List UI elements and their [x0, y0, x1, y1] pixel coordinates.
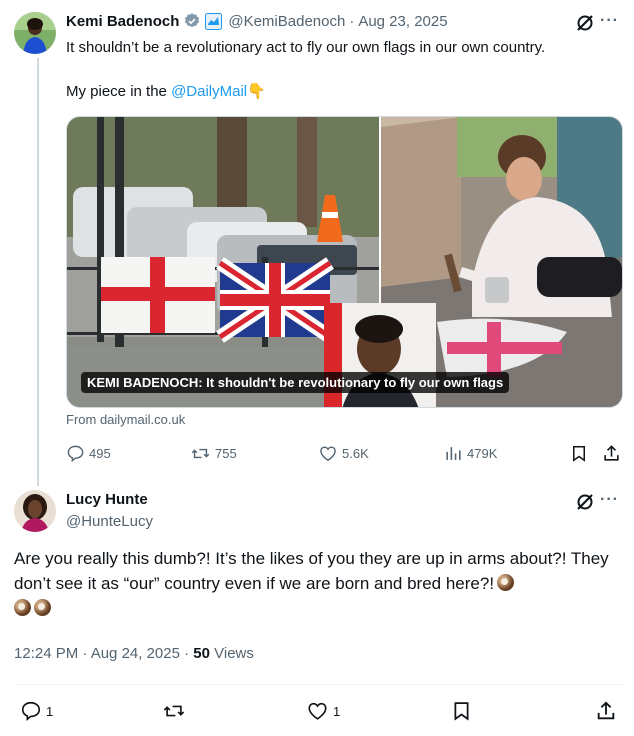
- share-button[interactable]: [602, 444, 621, 463]
- more-icon[interactable]: ···: [600, 491, 619, 509]
- reply-like-count: 1: [333, 703, 341, 719]
- divider: [14, 684, 624, 685]
- like-icon: [320, 446, 336, 462]
- link-source[interactable]: From dailymail.co.uk: [66, 412, 185, 427]
- thread-connector-line: [37, 58, 39, 486]
- reply-like-button[interactable]: 1: [306, 700, 340, 722]
- bookmark-button[interactable]: [570, 444, 588, 463]
- author-handle[interactable]: @KemiBadenoch: [228, 13, 345, 30]
- media-caption: KEMI BADENOCH: It shouldn't be revolutio…: [81, 372, 510, 393]
- reply-author-name[interactable]: Lucy Hunte: [66, 491, 148, 508]
- reply-views-count: 50: [193, 645, 210, 662]
- views-count: 479K: [467, 446, 498, 461]
- reply-reply-count: 1: [46, 703, 54, 719]
- grok-icon[interactable]: [575, 492, 595, 517]
- pointing-down-emoji: 👇: [247, 83, 266, 100]
- views-button[interactable]: 479K: [444, 444, 497, 463]
- coconut-emoji-icon: [34, 599, 51, 616]
- affiliate-icon[interactable]: [205, 12, 223, 30]
- grok-icon[interactable]: [575, 13, 595, 38]
- tweet-piece-line: My piece in the @DailyMail👇: [66, 82, 266, 102]
- reply-author-handle[interactable]: @HunteLucy: [66, 513, 153, 530]
- piece-prefix: My piece in the: [66, 83, 172, 100]
- tweet-date[interactable]: Aug 23, 2025: [358, 13, 447, 30]
- reply-reply-button[interactable]: 1: [20, 700, 53, 722]
- reply-views-label: Views: [209, 645, 254, 662]
- reply-text: Are you really this dumb?! It’s the like…: [14, 546, 624, 621]
- bookmark-icon: [454, 702, 469, 721]
- reply-header-handle: @HunteLucy: [66, 513, 153, 530]
- verified-badge-icon: [183, 12, 201, 30]
- reply-icon: [21, 701, 41, 722]
- lucy-avatar[interactable]: [14, 490, 56, 532]
- repost-icon: [191, 448, 210, 459]
- tweet-header: Kemi Badenoch @KemiBadenoch · Aug 23, 20…: [66, 12, 448, 30]
- tweet-text: It shouldn’t be a revolutionary act to f…: [66, 39, 546, 56]
- separator-dot: ·: [349, 12, 355, 30]
- more-icon[interactable]: ···: [600, 12, 619, 30]
- kemi-avatar[interactable]: [14, 12, 56, 54]
- repost-icon: [163, 705, 185, 717]
- like-button[interactable]: 5.6K: [318, 444, 369, 463]
- views-icon: [446, 447, 461, 460]
- reply-time-date[interactable]: 12:24 PM · Aug 24, 2025 ·: [14, 645, 193, 662]
- reply-timestamp: 12:24 PM · Aug 24, 2025 · 50 Views: [14, 645, 254, 662]
- bookmark-icon: [573, 446, 585, 462]
- like-icon: [308, 702, 327, 720]
- repost-button[interactable]: 755: [190, 444, 237, 463]
- reply-share-button[interactable]: [595, 700, 617, 722]
- reply-text-body: Are you really this dumb?! It’s the like…: [14, 549, 609, 593]
- share-icon: [604, 445, 619, 461]
- link-card-image[interactable]: KEMI BADENOCH: It shouldn't be revolutio…: [66, 116, 623, 408]
- dailymail-mention-link[interactable]: @DailyMail: [171, 83, 247, 100]
- reply-count: 495: [89, 446, 111, 461]
- author-name[interactable]: Kemi Badenoch: [66, 13, 179, 30]
- reply-header-name: Lucy Hunte: [66, 491, 148, 508]
- reply-button[interactable]: 495: [66, 444, 111, 463]
- share-icon: [597, 701, 615, 720]
- repost-count: 755: [215, 446, 237, 461]
- reply-icon: [67, 445, 84, 463]
- coconut-emoji-icon: [497, 574, 515, 591]
- reply-repost-button[interactable]: [162, 700, 186, 722]
- like-count: 5.6K: [342, 446, 369, 461]
- reply-bookmark-button[interactable]: [451, 700, 472, 722]
- coconut-emoji-icon: [14, 599, 31, 616]
